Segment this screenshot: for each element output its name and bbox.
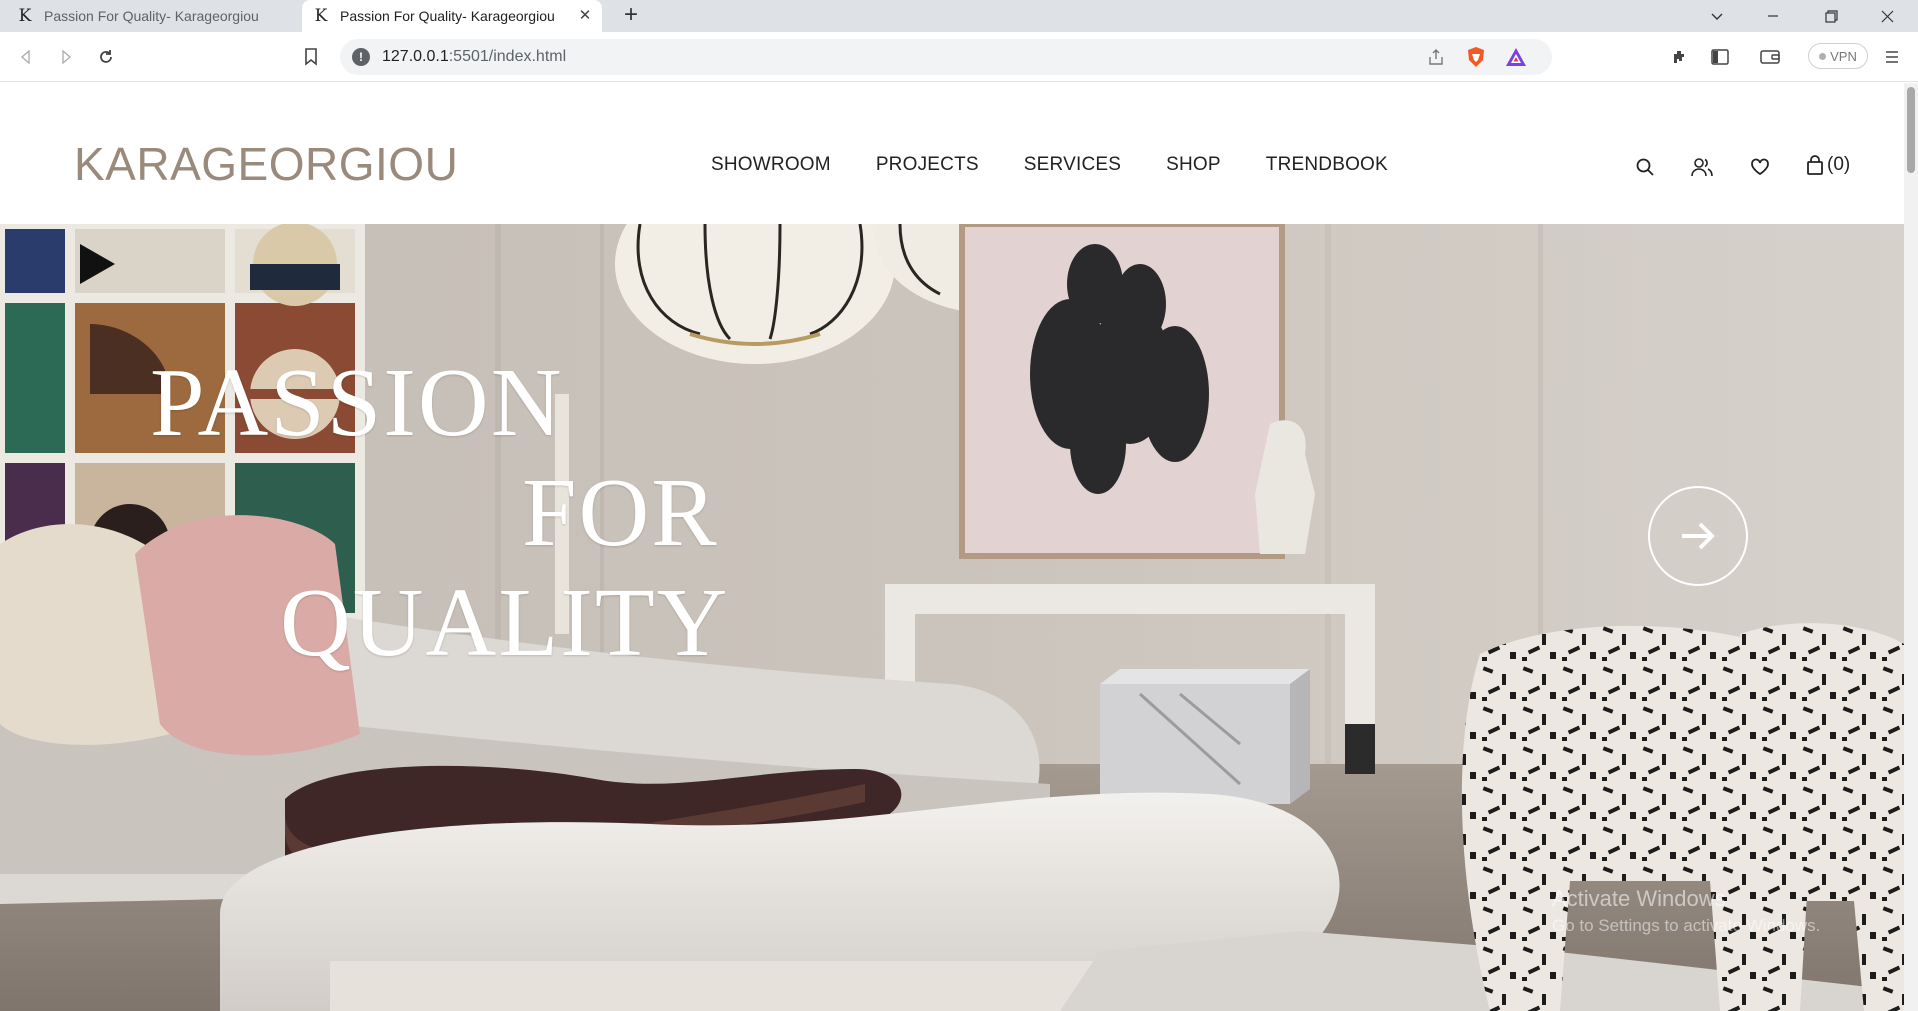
- tab-title: Passion For Quality- Karageorgiou: [44, 8, 259, 24]
- wishlist-heart-icon[interactable]: [1747, 154, 1773, 180]
- address-bar[interactable]: ! 127.0.0.1:5501/index.html: [340, 39, 1552, 75]
- nav-showroom[interactable]: SHOWROOM: [711, 154, 831, 176]
- vpn-button[interactable]: VPN: [1808, 43, 1868, 69]
- minimize-icon[interactable]: [1750, 0, 1796, 32]
- menu-icon[interactable]: [1878, 43, 1906, 71]
- arrow-right-icon: [1682, 522, 1715, 550]
- sidebar-icon[interactable]: [1706, 43, 1734, 71]
- reload-icon[interactable]: [92, 43, 120, 71]
- vpn-status-dot-icon: [1819, 52, 1827, 60]
- new-tab-icon[interactable]: +: [618, 3, 644, 29]
- url-path: :5501/index.html: [448, 48, 567, 65]
- hero-title-line-1: PASSION: [150, 349, 564, 457]
- forward-icon[interactable]: [52, 43, 80, 71]
- hero-banner: PASSION FOR QUALITY Activate Windows Go …: [0, 224, 1904, 1011]
- back-icon[interactable]: [12, 43, 40, 71]
- tab-favicon: K: [18, 6, 32, 26]
- hero-title-line-3: QUALITY: [280, 569, 730, 677]
- cart-count: (0): [1827, 154, 1851, 175]
- site-header: KARAGEORGIOU SHOWROOM PROJECTS SERVICES …: [0, 83, 1904, 224]
- wallet-icon[interactable]: [1756, 43, 1784, 71]
- nav-trendbook[interactable]: TRENDBOOK: [1266, 154, 1388, 176]
- brave-shields-icon[interactable]: [1462, 43, 1490, 71]
- share-icon[interactable]: [1422, 43, 1450, 71]
- browser-tab-strip: K Passion For Quality- Karageorgiou K Pa…: [0, 0, 1918, 32]
- tab-search-chevron-icon[interactable]: [1694, 0, 1740, 32]
- brave-rewards-icon[interactable]: [1502, 43, 1530, 71]
- close-window-icon[interactable]: [1864, 0, 1910, 32]
- page-scrollbar[interactable]: [1904, 83, 1918, 1011]
- main-nav: SHOWROOM PROJECTS SERVICES SHOP TRENDBOO…: [711, 154, 1388, 176]
- activate-windows-watermark-title: Activate Windows: [1552, 886, 1726, 911]
- browser-tab-inactive[interactable]: K Passion For Quality- Karageorgiou: [10, 0, 298, 32]
- hero-next-arrow-button[interactable]: [1648, 486, 1748, 586]
- site-logo[interactable]: KARAGEORGIOU: [74, 137, 458, 191]
- account-icon[interactable]: [1689, 154, 1715, 180]
- address-url[interactable]: 127.0.0.1:5501/index.html: [382, 48, 566, 66]
- nav-shop[interactable]: SHOP: [1166, 154, 1221, 176]
- scrollbar-thumb[interactable]: [1907, 87, 1915, 173]
- nav-services[interactable]: SERVICES: [1024, 154, 1121, 176]
- vpn-label: VPN: [1830, 48, 1857, 64]
- cart-button[interactable]: (0): [1806, 154, 1850, 176]
- search-icon[interactable]: [1632, 154, 1658, 180]
- nav-projects[interactable]: PROJECTS: [876, 154, 979, 176]
- tab-title: Passion For Quality- Karageorgiou: [340, 8, 555, 24]
- cart-bag-icon: [1807, 155, 1823, 175]
- restore-icon[interactable]: [1808, 0, 1854, 32]
- tab-favicon: K: [314, 6, 328, 26]
- url-host: 127.0.0.1: [382, 48, 449, 65]
- site-info-icon[interactable]: !: [352, 48, 370, 66]
- browser-toolbar: ! 127.0.0.1:5501/index.html VPN: [0, 32, 1918, 82]
- browser-tab-active[interactable]: K Passion For Quality- Karageorgiou ✕: [302, 0, 602, 32]
- tab-close-icon[interactable]: ✕: [576, 7, 594, 25]
- bookmark-icon[interactable]: [297, 43, 325, 71]
- activate-windows-watermark-subtitle: Go to Settings to activate Windows.: [1552, 916, 1821, 935]
- hero-title-line-2: FOR: [522, 459, 719, 567]
- extensions-icon[interactable]: [1666, 43, 1694, 71]
